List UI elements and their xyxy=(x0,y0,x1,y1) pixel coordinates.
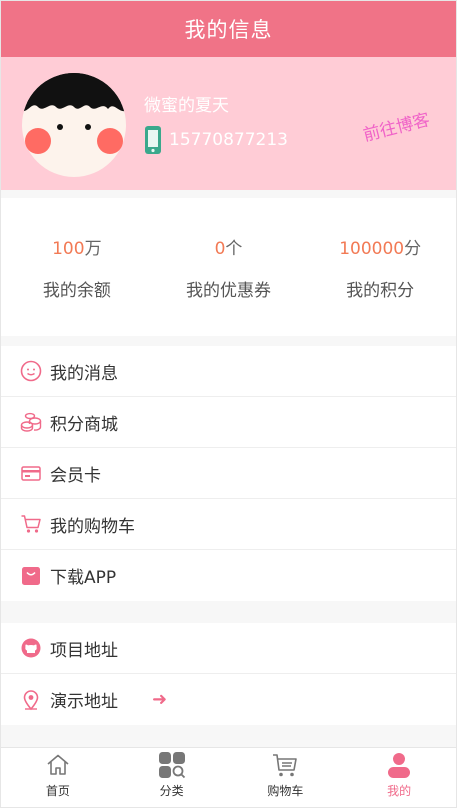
phone-number: 15770877213 xyxy=(169,130,288,150)
tab-label: 首页 xyxy=(45,784,70,798)
stat-coupons[interactable]: 0个 我的优惠券 xyxy=(153,198,305,336)
menu-item-points-mall[interactable]: 积分商城 xyxy=(1,397,456,448)
tab-home[interactable]: 首页 xyxy=(1,748,115,807)
stat-value: 0 xyxy=(214,238,226,259)
page-title: 我的信息 xyxy=(184,18,273,42)
menu-label: 我的购物车 xyxy=(50,516,135,537)
menu-label: 项目地址 xyxy=(50,640,118,661)
stat-label: 我的优惠券 xyxy=(186,280,271,301)
stat-balance[interactable]: 100万 我的余额 xyxy=(1,198,153,336)
category-icon xyxy=(158,751,186,779)
user-icon xyxy=(385,751,413,779)
bag-icon xyxy=(20,565,42,587)
menu-label: 会员卡 xyxy=(50,465,101,486)
mobile-phone-icon xyxy=(144,125,164,155)
menu-label: 我的消息 xyxy=(50,363,118,384)
menu-item-messages[interactable]: 我的消息 xyxy=(1,346,456,397)
tab-shopping-cart[interactable]: 购物车 xyxy=(229,748,343,807)
message-icon xyxy=(20,360,42,382)
menu-item-demo-address[interactable]: 演示地址 ➜ xyxy=(1,674,456,725)
menu-item-project-address[interactable]: 项目地址 xyxy=(1,623,456,674)
stats-panel: 100万 我的余额 0个 我的优惠券 100000分 我的积分 xyxy=(1,198,456,336)
location-icon xyxy=(20,689,42,711)
stat-value: 100 xyxy=(52,238,85,259)
stat-points[interactable]: 100000分 我的积分 xyxy=(304,198,456,336)
bottom-tab-bar: 首页 分类 购物车 我的 xyxy=(1,747,456,807)
stat-unit: 分 xyxy=(404,238,422,259)
cart-icon xyxy=(20,513,42,535)
tab-label: 我的 xyxy=(387,784,412,798)
blog-link[interactable]: 前往博客 xyxy=(360,105,432,146)
profile-card: 微蜜的夏天 15770877213 前往博客 xyxy=(1,57,456,190)
shopping-cart-icon xyxy=(271,751,299,779)
tab-label: 购物车 xyxy=(267,784,304,798)
stat-label: 我的余额 xyxy=(42,280,111,301)
stat-unit: 万 xyxy=(84,238,102,259)
coins-icon xyxy=(20,411,42,433)
stat-label: 我的积分 xyxy=(346,280,415,301)
tab-label: 分类 xyxy=(159,784,184,798)
phone-row: 15770877213 xyxy=(144,125,288,155)
tab-category[interactable]: 分类 xyxy=(115,748,229,807)
menu-label: 下载APP xyxy=(50,568,117,588)
menu-group-links: 项目地址 演示地址 ➜ xyxy=(1,623,456,725)
home-icon xyxy=(44,751,72,779)
tab-mine[interactable]: 我的 xyxy=(342,748,456,807)
menu-item-cart[interactable]: 我的购物车 xyxy=(1,499,456,550)
github-icon xyxy=(20,637,42,659)
stat-unit: 个 xyxy=(225,238,243,259)
menu-label: 积分商城 xyxy=(50,414,118,435)
page: 我的信息 微蜜的夏天 15770877213 前往博客 100万 我的余额 0个… xyxy=(0,0,457,808)
avatar[interactable] xyxy=(22,73,126,177)
stat-value: 100000 xyxy=(339,238,405,259)
card-icon xyxy=(20,462,42,484)
nickname: 微蜜的夏天 xyxy=(144,96,229,116)
menu-item-member-card[interactable]: 会员卡 xyxy=(1,448,456,499)
menu-group-primary: 我的消息 积分商城 会员卡 我的购物车 下载APP xyxy=(1,346,456,601)
menu-label: 演示地址 xyxy=(50,692,118,712)
menu-item-download-app[interactable]: 下载APP xyxy=(1,550,456,601)
page-header: 我的信息 xyxy=(1,1,456,57)
arrow-right-icon: ➜ xyxy=(152,689,168,710)
